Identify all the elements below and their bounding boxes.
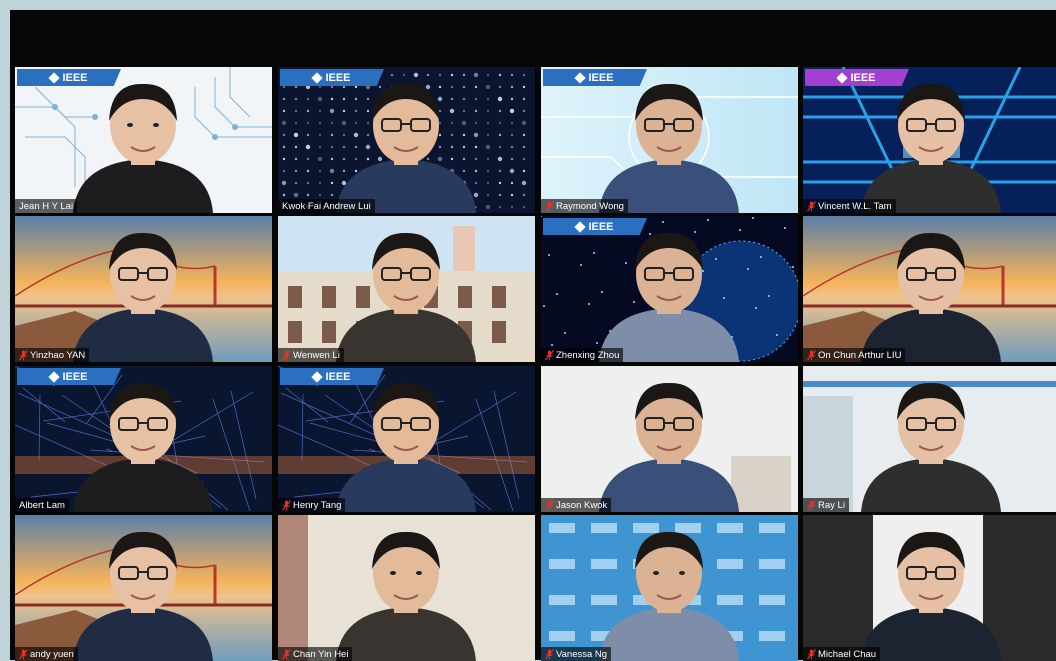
- ieee-logo-badge: IEEE: [280, 69, 384, 86]
- participant-nameplate: On Chun Arthur LIU: [803, 348, 906, 362]
- participant-nameplate: andy yuen: [15, 647, 78, 661]
- participant-video-feed: [278, 366, 535, 512]
- muted-mic-icon: [282, 499, 291, 511]
- ieee-logo-badge: IEEE: [805, 69, 909, 86]
- muted-mic-icon: [282, 648, 291, 660]
- participant-video-tile[interactable]: Michael Chau: [803, 515, 1056, 661]
- participant-video-tile[interactable]: Jason Kwok: [541, 366, 798, 512]
- participant-video-feed: [541, 366, 798, 512]
- participant-name: Jason Kwok: [556, 499, 608, 511]
- participant-video-tile[interactable]: IEEE Kwok Fai Andrew Lui: [278, 67, 535, 213]
- ieee-diamond-icon: [311, 71, 324, 84]
- participant-nameplate: Yinzhao YAN: [15, 348, 90, 362]
- participant-name: Raymond Wong: [556, 200, 624, 212]
- participant-video-feed: [541, 515, 798, 661]
- participant-video-feed: [15, 216, 272, 362]
- muted-mic-icon: [807, 499, 816, 511]
- participant-video-feed: [278, 67, 535, 213]
- participant-video-tile[interactable]: IEEE Albert Lam: [15, 366, 272, 512]
- participant-video-tile[interactable]: Chan Yin Hei: [278, 515, 535, 661]
- muted-mic-icon: [545, 349, 554, 361]
- ieee-diamond-icon: [574, 220, 587, 233]
- participant-name: Ray Li: [818, 499, 845, 511]
- participant-nameplate: Wenwen Li: [278, 348, 344, 362]
- video-gallery-frame: IEEE Jean H Y Lai IEEE Kwok Fai Andrew Lui…: [10, 10, 1056, 661]
- participant-video-feed: [278, 216, 535, 362]
- participant-name: Chan Yin Hei: [293, 648, 349, 660]
- participant-nameplate: Vanessa Ng: [541, 647, 612, 661]
- participant-name: Yinzhao YAN: [30, 349, 86, 361]
- participant-video-tile[interactable]: Ray Li: [803, 366, 1056, 512]
- participant-nameplate: Henry Tang: [278, 498, 346, 512]
- participant-video-feed: [541, 216, 798, 362]
- ieee-logo-badge: IEEE: [280, 368, 384, 385]
- participant-name: Wenwen Li: [293, 349, 340, 361]
- muted-mic-icon: [807, 648, 816, 660]
- ieee-diamond-icon: [574, 71, 587, 84]
- participant-nameplate: Chan Yin Hei: [278, 647, 353, 661]
- participant-name: Michael Chau: [818, 648, 877, 660]
- participant-video-feed: [803, 216, 1056, 362]
- ieee-diamond-icon: [311, 370, 324, 383]
- participant-video-feed: [15, 366, 272, 512]
- participant-name: andy yuen: [30, 648, 74, 660]
- participant-name: Kwok Fai Andrew Lui: [282, 200, 371, 212]
- participant-nameplate: Zhenxing Zhou: [541, 348, 624, 362]
- muted-mic-icon: [282, 349, 291, 361]
- muted-mic-icon: [545, 200, 554, 212]
- participant-video-tile[interactable]: On Chun Arthur LIU: [803, 216, 1056, 362]
- ieee-logo-badge: IEEE: [17, 69, 121, 86]
- participant-video-tile[interactable]: andy yuen: [15, 515, 272, 661]
- participant-video-tile[interactable]: IEEE Raymond Wong: [541, 67, 798, 213]
- participant-nameplate: Ray Li: [803, 498, 849, 512]
- ieee-diamond-icon: [48, 370, 61, 383]
- participant-video-feed: [803, 366, 1056, 512]
- participant-name: Henry Tang: [293, 499, 342, 511]
- participant-video-feed: [15, 515, 272, 661]
- participant-nameplate: Michael Chau: [803, 647, 881, 661]
- participant-video-tile[interactable]: IEEE Zhenxing Zhou: [541, 216, 798, 362]
- muted-mic-icon: [807, 200, 816, 212]
- participant-name: Vincent W.L. Tam: [818, 200, 892, 212]
- participant-nameplate: Albert Lam: [15, 498, 69, 512]
- participant-nameplate: Vincent W.L. Tam: [803, 199, 896, 213]
- participant-video-feed: [278, 515, 535, 661]
- participant-video-feed: [803, 515, 1056, 661]
- participant-video-tile[interactable]: IEEE Jean H Y Lai: [15, 67, 272, 213]
- participant-nameplate: Kwok Fai Andrew Lui: [278, 199, 375, 213]
- ieee-badge-text: IEEE: [588, 71, 614, 84]
- participant-nameplate: Jean H Y Lai: [15, 199, 78, 213]
- participant-video-feed: [15, 67, 272, 213]
- ieee-logo-badge: IEEE: [543, 69, 647, 86]
- participant-video-tile[interactable]: IEEE Vincent W.L. Tam: [803, 67, 1056, 213]
- participant-video-feed: [541, 67, 798, 213]
- ieee-badge-text: IEEE: [62, 71, 88, 84]
- muted-mic-icon: [19, 648, 28, 660]
- ieee-badge-text: IEEE: [325, 71, 351, 84]
- ieee-badge-text: IEEE: [850, 71, 876, 84]
- ieee-badge-text: IEEE: [325, 370, 351, 383]
- ieee-diamond-icon: [48, 71, 61, 84]
- participant-nameplate: Jason Kwok: [541, 498, 612, 512]
- participant-video-tile[interactable]: IEEE Henry Tang: [278, 366, 535, 512]
- ieee-badge-text: IEEE: [62, 370, 88, 383]
- participant-video-feed: [803, 67, 1056, 213]
- participant-name: On Chun Arthur LIU: [818, 349, 902, 361]
- participant-nameplate: Raymond Wong: [541, 199, 628, 213]
- participant-video-tile[interactable]: Vanessa Ng: [541, 515, 798, 661]
- ieee-logo-badge: IEEE: [543, 218, 647, 235]
- ieee-badge-text: IEEE: [588, 220, 614, 233]
- muted-mic-icon: [807, 349, 816, 361]
- participant-name: Zhenxing Zhou: [556, 349, 620, 361]
- muted-mic-icon: [545, 648, 554, 660]
- participant-name: Vanessa Ng: [556, 648, 608, 660]
- muted-mic-icon: [545, 499, 554, 511]
- ieee-diamond-icon: [836, 71, 849, 84]
- participant-name: Albert Lam: [19, 499, 65, 511]
- participant-name: Jean H Y Lai: [19, 200, 74, 212]
- participant-video-tile[interactable]: Wenwen Li: [278, 216, 535, 362]
- participant-video-tile[interactable]: Yinzhao YAN: [15, 216, 272, 362]
- muted-mic-icon: [19, 349, 28, 361]
- ieee-logo-badge: IEEE: [17, 368, 121, 385]
